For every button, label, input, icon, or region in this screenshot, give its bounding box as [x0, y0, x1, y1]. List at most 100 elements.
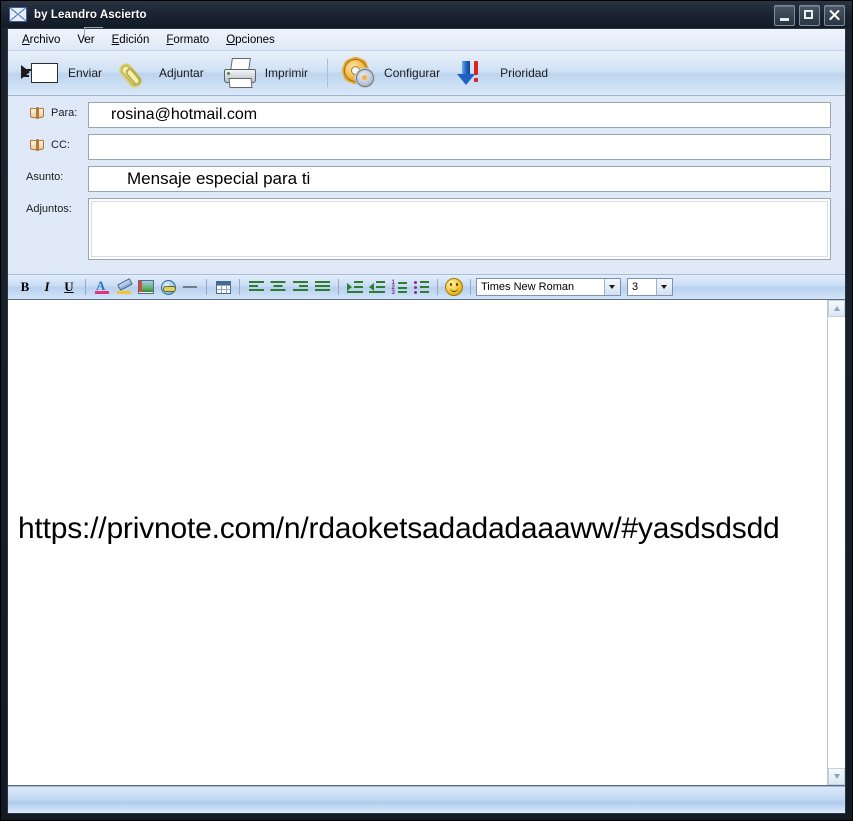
menu-ver[interactable]: Ver: [69, 32, 103, 48]
to-input[interactable]: [88, 102, 831, 128]
format-separator: [206, 279, 207, 295]
indent-increase-icon: [347, 281, 363, 293]
underline-button[interactable]: U: [58, 277, 80, 297]
align-center-icon: [270, 281, 286, 293]
address-book-icon[interactable]: [30, 107, 45, 119]
font-color-button[interactable]: A: [91, 277, 113, 297]
italic-icon: I: [44, 279, 50, 294]
configure-button[interactable]: Configurar: [336, 53, 451, 93]
format-separator: [85, 279, 86, 295]
table-icon: [215, 280, 231, 294]
message-body-text: https://privnote.com/n/rdaoketsadadadaaa…: [18, 512, 780, 545]
window-controls: [774, 5, 845, 26]
attachments-field-label: Adjuntos:: [26, 203, 72, 215]
gears-icon: [343, 58, 375, 88]
to-field-label-group: Para:: [22, 102, 88, 119]
indent-decrease-button[interactable]: [366, 277, 388, 297]
bulleted-list-button[interactable]: [410, 277, 432, 297]
chevron-down-icon[interactable]: [656, 279, 672, 295]
scroll-up-button[interactable]: [828, 300, 845, 317]
underline-icon: U: [64, 279, 74, 294]
menu-edicion[interactable]: Edición: [104, 32, 159, 48]
address-book-icon[interactable]: [30, 139, 45, 151]
link-globe-icon: [160, 280, 176, 295]
subject-field-label: Asunto:: [26, 171, 64, 183]
envelope-icon: [9, 7, 27, 22]
cc-input[interactable]: [88, 134, 831, 160]
message-body-editor[interactable]: https://privnote.com/n/rdaoketsadadadaaa…: [8, 300, 827, 785]
minimize-icon: [775, 6, 794, 25]
configure-button-label: Configurar: [384, 66, 441, 80]
format-separator: [437, 279, 438, 295]
menu-formato[interactable]: Formato: [158, 32, 218, 48]
cc-field-label: CC:: [51, 139, 70, 151]
highlighter-icon: [116, 278, 133, 295]
format-separator: [338, 279, 339, 295]
font-size-select[interactable]: 3: [627, 278, 673, 296]
align-justify-button[interactable]: [311, 277, 333, 297]
maximize-icon: [800, 6, 819, 25]
editor-vertical-scrollbar[interactable]: [827, 300, 845, 785]
format-toolbar: B I U A 1 2 3 Times New Roman 3: [8, 274, 845, 300]
print-button-label: Imprimir: [264, 66, 309, 80]
minimize-button[interactable]: [774, 5, 795, 26]
priority-button[interactable]: Prioridad: [451, 53, 559, 93]
scrollbar-track[interactable]: [828, 317, 845, 768]
subject-input[interactable]: [88, 166, 831, 192]
attach-button[interactable]: Adjuntar: [113, 53, 215, 93]
align-left-button[interactable]: [245, 277, 267, 297]
align-left-icon: [248, 281, 264, 293]
menu-bar: Archivo Ver Edición Formato Opciones: [8, 27, 845, 51]
priority-button-label: Prioridad: [500, 66, 549, 80]
menu-archivo[interactable]: Archivo: [14, 32, 69, 48]
scroll-down-button[interactable]: [828, 768, 845, 785]
close-icon: [825, 6, 844, 25]
send-button-label: Enviar: [68, 66, 103, 80]
to-field-row: Para:: [22, 102, 831, 128]
insert-link-button[interactable]: [157, 277, 179, 297]
attachments-list-inner: [91, 201, 828, 257]
highlight-button[interactable]: [113, 277, 135, 297]
title-bar: by Leandro Ascierto: [1, 1, 852, 28]
align-center-button[interactable]: [267, 277, 289, 297]
editor-region: https://privnote.com/n/rdaoketsadadadaaa…: [8, 300, 845, 786]
subject-field-row: Asunto:: [22, 166, 831, 192]
numbered-list-icon: 1 2 3: [392, 280, 407, 296]
paperclip-icon: [116, 59, 150, 91]
priority-arrow-icon: [457, 59, 484, 87]
send-button[interactable]: Enviar: [14, 53, 113, 93]
menu-opciones[interactable]: Opciones: [218, 32, 284, 48]
attach-button-label: Adjuntar: [159, 66, 204, 80]
status-bar: [8, 786, 845, 813]
horizontal-rule-button[interactable]: [179, 277, 201, 297]
format-separator: [470, 279, 471, 295]
italic-button[interactable]: I: [36, 277, 58, 297]
chevron-down-icon[interactable]: [604, 279, 620, 295]
close-button[interactable]: [824, 5, 845, 26]
attachments-list[interactable]: [88, 198, 831, 260]
cc-field-label-group: CC:: [22, 134, 88, 151]
align-right-icon: [292, 281, 308, 293]
font-color-icon: A: [94, 278, 110, 295]
horizontal-rule-icon: [182, 280, 198, 294]
bold-button[interactable]: B: [14, 277, 36, 297]
to-field-label: Para:: [51, 107, 78, 119]
indent-decrease-icon: [369, 281, 385, 293]
header-fields: Para: CC: Asunto: Adjuntos:: [8, 96, 845, 274]
font-family-select[interactable]: Times New Roman: [476, 278, 621, 296]
compose-mail-window: by Leandro Ascierto Archivo Ver Edición …: [0, 0, 853, 821]
insert-image-button[interactable]: [135, 277, 157, 297]
indent-increase-button[interactable]: [344, 277, 366, 297]
printer-icon: [222, 58, 256, 88]
send-mail-icon: [21, 60, 59, 86]
numbered-list-button[interactable]: 1 2 3: [388, 277, 410, 297]
image-icon: [138, 280, 154, 294]
emoji-button[interactable]: [443, 277, 465, 297]
font-family-value: Times New Roman: [481, 281, 575, 293]
align-right-button[interactable]: [289, 277, 311, 297]
bulleted-list-icon: [414, 281, 429, 294]
bold-icon: B: [20, 279, 30, 294]
print-button[interactable]: Imprimir: [215, 53, 319, 93]
insert-table-button[interactable]: [212, 277, 234, 297]
maximize-button[interactable]: [799, 5, 820, 26]
